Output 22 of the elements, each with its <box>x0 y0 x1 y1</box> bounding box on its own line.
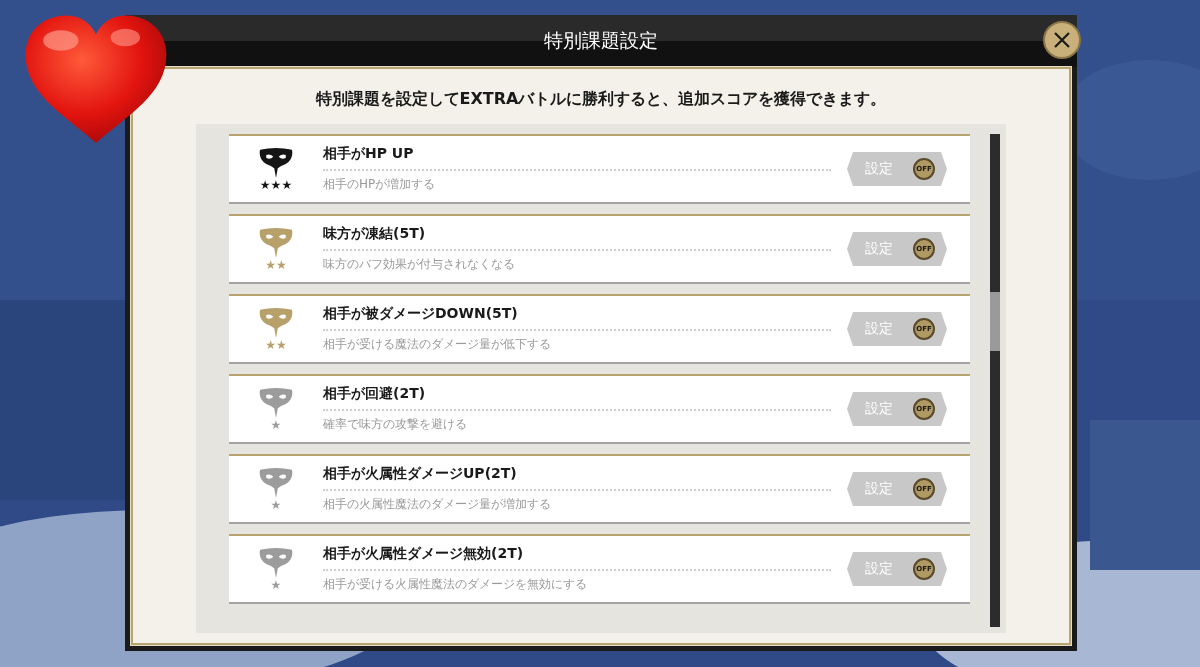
intro-text: 特別課題を設定してEXTRAバトルに勝利すると、追加スコアを獲得できます。 <box>315 89 887 110</box>
close-icon <box>1052 30 1072 50</box>
challenge-title: 相手がHP UP <box>323 145 415 163</box>
challenge-title: 相手が火属性ダメージUP(2T) <box>323 465 518 483</box>
scrollbar[interactable] <box>990 134 1000 627</box>
challenge-title: 相手が回避(2T) <box>323 385 427 403</box>
dialog-title: 特別課題設定 <box>544 28 658 53</box>
rank-stars: ★★ <box>265 338 287 352</box>
rank-stars: ★★★ <box>259 178 293 192</box>
rank-stars: ★ <box>270 498 282 512</box>
challenge-description: 確率で味方の攻撃を避ける <box>323 416 468 433</box>
challenge-title: 味方が凍結(5T) <box>323 225 427 243</box>
challenge-title: 相手が被ダメージDOWN(5T) <box>323 305 519 323</box>
challenge-description: 相手が受ける火属性魔法のダメージを無効にする <box>323 576 588 593</box>
rank-stars: ★ <box>270 578 282 592</box>
challenge-description: 相手のHPが増加する <box>323 176 437 193</box>
challenge-description: 相手が受ける魔法のダメージ量が低下する <box>323 336 552 353</box>
challenge-description: 味方のバフ効果が付与されなくなる <box>323 256 516 273</box>
challenge-title: 相手が火属性ダメージ無効(2T) <box>323 545 525 563</box>
challenge-description: 相手の火属性魔法のダメージ量が増加する <box>323 496 552 513</box>
rank-stars: ★★ <box>265 258 287 272</box>
rank-stars: ★ <box>270 418 282 432</box>
